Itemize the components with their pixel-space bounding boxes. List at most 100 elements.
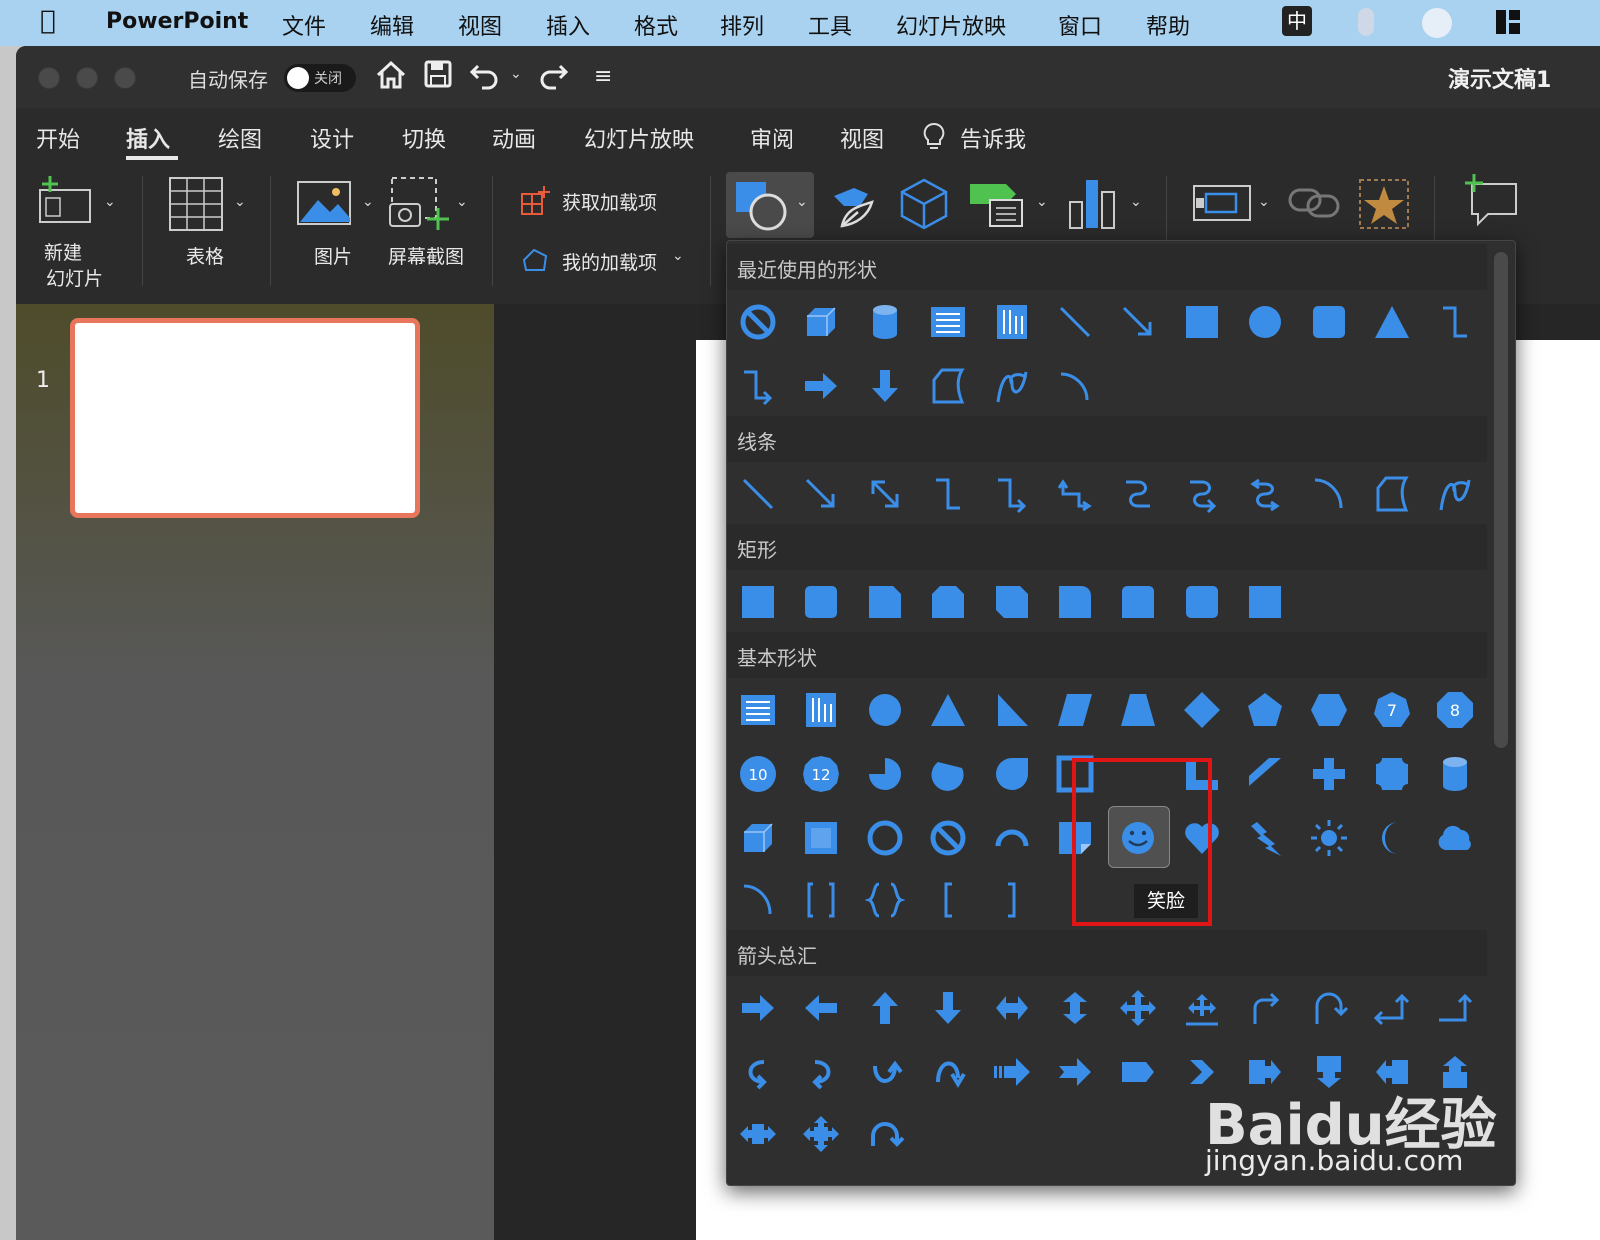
menu-edit[interactable]: 编辑 (370, 9, 414, 41)
shape-rrect-icon[interactable] (1303, 296, 1355, 348)
shape-uturn-icon[interactable] (1303, 982, 1355, 1034)
picture-dropdown-icon[interactable]: ⌄ (362, 194, 374, 210)
tab-view[interactable]: 视图 (840, 122, 884, 154)
apple-icon[interactable]:  (40, 6, 56, 36)
shape-line-icon[interactable] (732, 468, 784, 520)
menu-help[interactable]: 帮助 (1146, 9, 1190, 41)
home-icon[interactable] (374, 58, 408, 96)
shape-scribble-icon[interactable] (1429, 468, 1481, 520)
screenshot-icon[interactable] (388, 176, 450, 236)
shape-oct-icon[interactable]: 8 (1429, 684, 1481, 736)
shape-rect-icon[interactable] (1176, 296, 1228, 348)
shape-parallelogram-icon[interactable] (1049, 684, 1101, 736)
shape-pentagon-icon[interactable] (1239, 684, 1291, 736)
minimize-window-button[interactable] (76, 67, 98, 89)
gallery-scrollbar[interactable] (1494, 252, 1508, 748)
tab-home[interactable]: 开始 (36, 122, 80, 154)
shape-curved-l-icon[interactable] (795, 1046, 847, 1098)
shape-dbl-brace-icon[interactable] (859, 874, 911, 926)
media-icon[interactable] (1192, 180, 1254, 230)
new-slide-label-2[interactable]: 幻灯片 (46, 264, 103, 291)
tell-me-search[interactable]: 告诉我 (960, 122, 1026, 154)
shape-bent-arrow-icon[interactable] (1239, 982, 1291, 1034)
shape-arrow-line-icon[interactable] (795, 468, 847, 520)
shape-bevel-icon[interactable] (795, 812, 847, 864)
shape-lightning-icon[interactable] (1239, 812, 1291, 864)
shape-striped-r-icon[interactable] (986, 1046, 1038, 1098)
undo-dropdown-icon[interactable]: ⌄ (510, 66, 522, 82)
shape-elbow-arrow-icon[interactable] (986, 468, 1038, 520)
shape-snip2-icon[interactable] (922, 576, 974, 628)
shape-left-up-icon[interactable] (1366, 982, 1418, 1034)
table-icon[interactable] (168, 176, 224, 236)
shape-textbox-icon[interactable] (732, 684, 784, 736)
new-slide-label-1[interactable]: 新建 (44, 242, 82, 264)
shape-scribble-icon[interactable] (986, 360, 1038, 412)
tab-draw[interactable]: 绘图 (218, 122, 262, 154)
get-addins-icon[interactable] (520, 186, 550, 220)
redo-icon[interactable] (536, 60, 570, 94)
shape-dbl-bracket-icon[interactable] (795, 874, 847, 926)
shape-cloud-icon[interactable] (1429, 812, 1481, 864)
get-addins-label[interactable]: 获取加载项 (562, 188, 657, 215)
slide-thumbnail-1[interactable] (70, 318, 420, 518)
status-app-icon[interactable] (1422, 8, 1452, 38)
shape-textbox-icon[interactable] (922, 296, 974, 348)
shape-rt-triangle-icon[interactable] (986, 684, 1038, 736)
shape-circ-arrow-icon[interactable] (859, 1108, 911, 1160)
shape-diag-stripe-icon[interactable] (1239, 748, 1291, 800)
shape-quad-arrow-icon[interactable] (1112, 982, 1164, 1034)
mouse-icon[interactable] (1358, 8, 1374, 36)
shape-curved-r-icon[interactable] (732, 1046, 784, 1098)
layout-icon[interactable] (1494, 8, 1522, 36)
action-icon[interactable] (1356, 176, 1412, 236)
menu-arrange[interactable]: 排列 (720, 9, 764, 41)
shape-arc2-icon[interactable] (732, 874, 784, 926)
shape-diamond-icon[interactable] (1176, 684, 1228, 736)
shape-elbow-arrow-icon[interactable] (732, 360, 784, 412)
menu-file[interactable]: 文件 (282, 9, 326, 41)
shape-no-symbol-icon[interactable] (922, 812, 974, 864)
my-addins-dropdown-icon[interactable]: ⌄ (672, 248, 684, 264)
shape-sun-icon[interactable] (1303, 812, 1355, 864)
shape-dodec-icon[interactable]: 12 (795, 748, 847, 800)
save-icon[interactable] (422, 58, 454, 94)
shape-hexagon-icon[interactable] (1303, 684, 1355, 736)
shape-curved-u-icon[interactable] (859, 1046, 911, 1098)
tab-animations[interactable]: 动画 (492, 122, 536, 154)
my-addins-icon[interactable] (520, 246, 550, 280)
shape-snip-r-icon[interactable] (1049, 576, 1101, 628)
3d-models-icon[interactable] (896, 176, 952, 236)
shape-bent-up-icon[interactable] (1429, 982, 1481, 1034)
menu-insert[interactable]: 插入 (546, 9, 590, 41)
shape-rrect-icon[interactable] (795, 576, 847, 628)
shape-l-bracket-icon[interactable] (922, 874, 974, 926)
customize-toolbar-icon[interactable]: ≡ (594, 64, 612, 89)
tab-transitions[interactable]: 切换 (402, 122, 446, 154)
shape-r-bracket-icon[interactable] (986, 874, 1038, 926)
shape-circle-icon[interactable] (859, 684, 911, 736)
shape-circle-icon[interactable] (1239, 296, 1291, 348)
new-slide-dropdown-icon[interactable]: ⌄ (104, 194, 116, 210)
shape-notched-r-icon[interactable] (1049, 1046, 1101, 1098)
shape-snip3-icon[interactable] (986, 576, 1038, 628)
shape-pent-arrow-icon[interactable] (1112, 1046, 1164, 1098)
shape-right-arrow-icon[interactable] (732, 982, 784, 1034)
shape-moon-icon[interactable] (1366, 812, 1418, 864)
shape-snip1-icon[interactable] (859, 576, 911, 628)
shape-triangle-icon[interactable] (922, 684, 974, 736)
picture-icon[interactable] (296, 180, 352, 230)
chart-icon[interactable] (1066, 176, 1122, 236)
shape-block-arc-icon[interactable] (986, 812, 1038, 864)
shape-elbow-icon[interactable] (922, 468, 974, 520)
menu-window[interactable]: 窗口 (1058, 9, 1102, 41)
shape-dbl-arrow-icon[interactable] (859, 468, 911, 520)
input-method-indicator[interactable]: 中 (1282, 6, 1312, 36)
shape-rrect-icon[interactable] (1176, 576, 1228, 628)
screenshot-dropdown-icon[interactable]: ⌄ (456, 194, 468, 210)
shape-curve-arrow-icon[interactable] (1176, 468, 1228, 520)
shape-curve-icon[interactable] (1112, 468, 1164, 520)
picture-label[interactable]: 图片 (314, 242, 352, 269)
new-slide-icon[interactable] (36, 174, 96, 230)
undo-icon[interactable] (468, 60, 502, 94)
